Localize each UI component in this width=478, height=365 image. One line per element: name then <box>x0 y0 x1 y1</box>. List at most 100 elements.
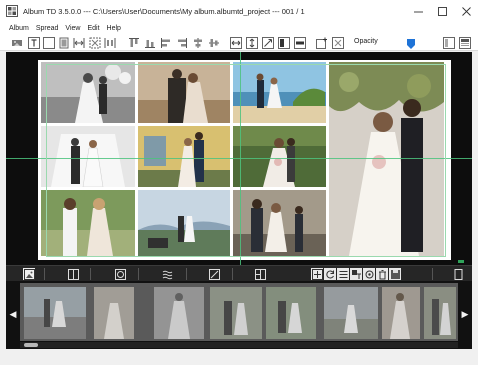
align-center-button[interactable] <box>191 36 204 49</box>
bar-button[interactable] <box>293 36 306 49</box>
page-view-icon <box>454 268 462 280</box>
filmstrip-thumb-image <box>154 287 204 339</box>
menu-help[interactable]: Help <box>107 25 121 32</box>
photo-couple-forest-path[interactable] <box>41 190 135 256</box>
rotate-tool-icon <box>208 268 220 280</box>
image-frame-button[interactable] <box>10 36 23 49</box>
photo-couple-garden-kiss[interactable] <box>329 62 444 256</box>
divider <box>44 268 45 280</box>
circle-tool-button[interactable] <box>114 268 126 280</box>
opacity-slider-thumb[interactable] <box>404 39 418 49</box>
spread-add-button[interactable] <box>311 268 323 280</box>
close-button[interactable] <box>454 0 478 22</box>
image-tool-button[interactable] <box>23 268 35 280</box>
filmstrip-scroll-thumb[interactable] <box>24 343 38 347</box>
align-left-button[interactable] <box>175 36 188 49</box>
fit-width-icon <box>59 37 68 48</box>
filmstrip-thumb[interactable] <box>266 287 316 339</box>
album-spread[interactable] <box>38 60 451 260</box>
filmstrip-thumb[interactable] <box>24 287 86 339</box>
photo-couple-yellow-house-image <box>138 126 230 187</box>
maximize-button[interactable] <box>430 0 454 22</box>
minimize-button[interactable] <box>406 0 430 22</box>
filmstrip-scrollbar[interactable] <box>20 342 458 348</box>
spread-delete-icon <box>378 269 386 279</box>
menu-spread[interactable]: Spread <box>36 25 59 32</box>
spread-save-button[interactable] <box>389 268 401 280</box>
stretch-v-button[interactable] <box>245 36 258 49</box>
remove-frame-button[interactable] <box>331 36 344 49</box>
close-icon <box>461 6 471 16</box>
photo-couple-beach-image <box>233 62 326 123</box>
grid-tool-icon <box>254 268 266 280</box>
align-bottom-icon <box>160 37 170 48</box>
workspace[interactable] <box>6 52 472 265</box>
filmstrip-thumb[interactable] <box>94 287 134 339</box>
spread-rotate-button[interactable] <box>324 268 336 280</box>
photo-couple-balloons[interactable] <box>41 62 135 123</box>
photo-couple-autumn-field[interactable] <box>138 62 230 123</box>
rect-frame-button[interactable] <box>42 36 55 49</box>
resize-icon <box>261 36 274 49</box>
spread-save-icon <box>390 269 400 279</box>
align-top-icon <box>128 37 139 47</box>
panel-right-button[interactable] <box>458 36 471 49</box>
split-icon <box>277 36 290 49</box>
filmstrip-next-button[interactable]: ▶ <box>460 307 470 321</box>
align-top-button[interactable] <box>127 36 140 49</box>
rotate-tool-button[interactable] <box>208 268 220 280</box>
filmstrip-thumb[interactable] <box>210 287 262 339</box>
filmstrip-track <box>20 283 458 341</box>
window-title: Album TD 3.5.0.0 --- C:\Users\User\Docum… <box>23 6 305 16</box>
spread-list-button[interactable] <box>337 268 349 280</box>
resize-button[interactable] <box>261 36 274 49</box>
menu-view[interactable]: View <box>65 25 80 32</box>
horizontal-guide-line[interactable] <box>6 158 472 159</box>
align-middle-icon <box>144 39 155 48</box>
minimize-icon <box>413 11 423 12</box>
add-frame-button[interactable] <box>315 36 328 49</box>
vertical-guide-line[interactable] <box>240 52 241 265</box>
remove-frame-icon <box>331 36 344 49</box>
split-button[interactable] <box>277 36 290 49</box>
photo-couple-vintage-car[interactable] <box>233 190 326 256</box>
fit-width-button[interactable] <box>57 36 70 49</box>
align-right-button[interactable] <box>207 36 220 49</box>
spread-settings-button[interactable] <box>363 268 375 280</box>
fill-frame-button[interactable] <box>88 36 101 49</box>
filmstrip-prev-button[interactable]: ◀ <box>8 307 18 321</box>
texture-tool-button[interactable] <box>161 268 173 280</box>
spread-text-button[interactable] <box>350 268 362 280</box>
photo-couple-beach[interactable] <box>233 62 326 123</box>
stretch-v-icon <box>245 36 258 49</box>
photo-couple-sunset-image <box>138 190 230 256</box>
fit-height-icon <box>73 37 84 48</box>
menu-album[interactable]: Album <box>9 25 29 32</box>
filmstrip-thumb-image <box>382 287 420 339</box>
fill-frame-icon <box>89 37 100 48</box>
photo-couple-sunset[interactable] <box>138 190 230 256</box>
grid-tool-button[interactable] <box>254 268 266 280</box>
distribute-button[interactable] <box>103 36 116 49</box>
filmstrip-thumb[interactable] <box>154 287 204 339</box>
align-bottom-button[interactable] <box>159 36 172 49</box>
page-view-button[interactable] <box>452 268 464 280</box>
distribute-icon <box>104 37 115 48</box>
spread-delete-button[interactable] <box>376 268 388 280</box>
panel-left-button[interactable] <box>442 36 455 49</box>
filmstrip-thumb[interactable] <box>424 287 456 339</box>
divider <box>138 268 139 280</box>
photo-bride-bouquet-forest[interactable] <box>233 126 326 187</box>
menu-edit[interactable]: Edit <box>87 25 99 32</box>
fit-height-button[interactable] <box>72 36 85 49</box>
photo-couple-tent-arch[interactable] <box>41 126 135 187</box>
workspace-scroll-indicator[interactable] <box>458 260 464 263</box>
text-frame-button[interactable] <box>27 36 40 49</box>
photo-couple-yellow-house[interactable] <box>138 126 230 187</box>
stretch-h-button[interactable] <box>229 36 242 49</box>
add-frame-icon <box>315 37 327 49</box>
filmstrip-thumb[interactable] <box>382 287 420 339</box>
filmstrip-thumb[interactable] <box>324 287 378 339</box>
layout-tool-button[interactable] <box>67 268 79 280</box>
align-middle-button[interactable] <box>143 36 156 49</box>
